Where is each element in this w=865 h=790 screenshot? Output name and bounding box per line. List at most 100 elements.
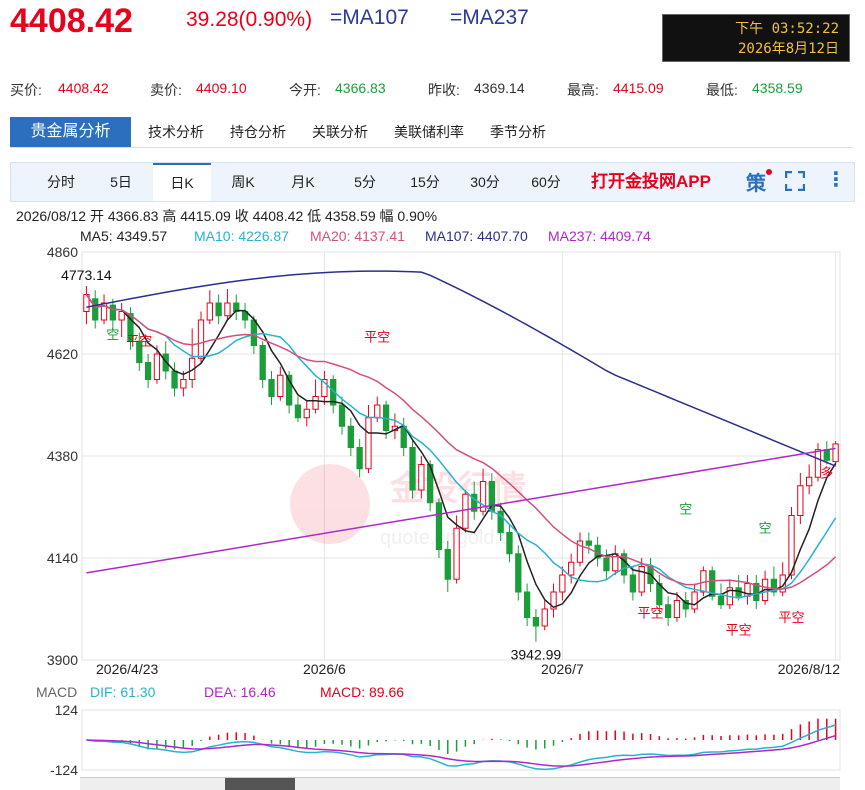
candle-body bbox=[338, 404, 346, 427]
y-tick-label: 4380 bbox=[47, 448, 78, 464]
candle-body bbox=[453, 527, 460, 580]
analysis-tabs: 贵金属分析 技术分析 持仓分析 关联分析 美联储利率 季节分析 bbox=[10, 117, 853, 148]
price-axis-labels: 4860 4620 4380 4140 3900 bbox=[47, 244, 78, 668]
candle-body bbox=[206, 302, 213, 321]
candle-body bbox=[585, 540, 592, 546]
date-axis-labels: 2026/4/23 2026/6 2026/7 2026/8/12 bbox=[96, 661, 840, 677]
candle-body bbox=[277, 374, 284, 397]
candle-body bbox=[197, 319, 205, 359]
strategy-icon[interactable]: 策 bbox=[746, 167, 772, 196]
high-value: 4415.09 bbox=[613, 80, 664, 96]
candle-body bbox=[92, 298, 99, 321]
macd-chart[interactable]: 124 -124 bbox=[0, 702, 865, 778]
dif-value: DIF: 61.30 bbox=[90, 684, 156, 700]
candle-body bbox=[224, 302, 231, 317]
x-tick-label: 2026/8/12 bbox=[778, 661, 840, 677]
macd-value: MACD: 89.66 bbox=[320, 684, 405, 700]
tab-fed-rate[interactable]: 美联储利率 bbox=[394, 117, 464, 147]
ma237-legend: MA237: 4409.74 bbox=[548, 228, 651, 244]
period-tabs: 分时 5日 日K 周K 月K 5分 15分 30分 60分 打开金投网APP 策… bbox=[10, 162, 855, 202]
clock-panel: 下午 03:52:22 2026年8月12日 bbox=[662, 14, 850, 62]
candles bbox=[83, 286, 839, 642]
candle-body bbox=[832, 443, 839, 463]
ma5-legend: MA5: 4349.57 bbox=[80, 228, 168, 244]
bid-label: 买价: bbox=[10, 82, 42, 98]
candle-body bbox=[629, 574, 637, 593]
macd-title: MACD bbox=[36, 684, 78, 700]
signal-label: 平空 bbox=[637, 606, 663, 621]
ask-label: 卖价: bbox=[150, 82, 182, 98]
macd-tick-label: -124 bbox=[50, 762, 78, 778]
candle-body bbox=[250, 319, 258, 346]
ma107-label: =MA107 bbox=[330, 6, 409, 29]
tab-5min[interactable]: 5分 bbox=[337, 163, 393, 201]
macd-axis-labels: 124 -124 bbox=[50, 702, 78, 778]
candle-body bbox=[664, 604, 672, 618]
signal-label: 平空 bbox=[779, 610, 805, 625]
signal-label: 平空 bbox=[364, 329, 390, 344]
high-annotation: 4773.14 bbox=[61, 267, 112, 283]
signal-label: 空 bbox=[759, 521, 772, 536]
prev-close-value: 4369.14 bbox=[474, 80, 525, 96]
y-tick-label: 4140 bbox=[47, 550, 78, 566]
macd-lines bbox=[86, 724, 836, 771]
price-change: 39.28(0.90%) bbox=[186, 8, 313, 31]
candle-body bbox=[541, 608, 548, 627]
open-value: 4366.83 bbox=[335, 80, 386, 96]
tab-monthly-k[interactable]: 月K bbox=[275, 163, 331, 201]
ma20-legend: MA20: 4137.41 bbox=[310, 228, 405, 244]
candle-body bbox=[559, 574, 566, 593]
x-tick-label: 2026/4/23 bbox=[96, 661, 158, 677]
y-tick-label: 3900 bbox=[47, 652, 78, 668]
candle-body bbox=[294, 404, 302, 419]
fullscreen-icon[interactable] bbox=[785, 171, 805, 191]
signal-label: 空 bbox=[679, 501, 692, 516]
ask-value: 4409.10 bbox=[196, 80, 247, 96]
tab-60min[interactable]: 60分 bbox=[517, 163, 575, 201]
more-icon[interactable]: ⋮ bbox=[826, 167, 846, 192]
tab-5day[interactable]: 5日 bbox=[93, 163, 149, 201]
candle-body bbox=[268, 379, 275, 397]
candle-body bbox=[717, 595, 725, 606]
y-tick-label: 4620 bbox=[47, 346, 78, 362]
ma10-legend: MA10: 4226.87 bbox=[194, 228, 289, 244]
tab-intraday[interactable]: 分时 bbox=[31, 163, 91, 201]
x-tick-label: 2026/7 bbox=[541, 661, 584, 677]
dea-value: DEA: 16.46 bbox=[204, 684, 276, 700]
tab-correlation[interactable]: 关联分析 bbox=[312, 117, 368, 147]
candle-body bbox=[673, 600, 681, 618]
tab-seasonal[interactable]: 季节分析 bbox=[490, 117, 546, 147]
ma237-line bbox=[86, 447, 836, 574]
kline-chart[interactable]: 金投行情 quote.cngold.org 486046204380414039… bbox=[0, 244, 865, 704]
tab-daily-k[interactable]: 日K bbox=[153, 163, 211, 201]
open-label: 今开: bbox=[289, 82, 321, 98]
candle-body bbox=[144, 362, 152, 380]
tab-position[interactable]: 持仓分析 bbox=[230, 117, 286, 147]
indicator-tab-bar[interactable] bbox=[80, 777, 840, 790]
candle-body bbox=[303, 408, 310, 419]
low-value: 4358.59 bbox=[752, 80, 803, 96]
high-label: 最高: bbox=[567, 82, 599, 98]
signal-label: 空 bbox=[106, 327, 119, 342]
ma107-line bbox=[86, 270, 836, 467]
candle-body bbox=[691, 591, 698, 610]
candle-body bbox=[806, 476, 813, 487]
low-label: 最低: bbox=[706, 82, 738, 98]
dif-line bbox=[86, 724, 836, 771]
candle-body bbox=[171, 370, 178, 389]
tab-precious-metals[interactable]: 贵金属分析 bbox=[10, 117, 131, 147]
candle-body bbox=[409, 447, 416, 491]
price-grid bbox=[81, 251, 841, 661]
tab-weekly-k[interactable]: 周K bbox=[215, 163, 271, 201]
candle-body bbox=[603, 557, 610, 572]
app-promo-link[interactable]: 打开金投网APP bbox=[591, 163, 711, 201]
tab-30min[interactable]: 30分 bbox=[457, 163, 513, 201]
candle-body bbox=[180, 379, 187, 389]
signal-label: 平空 bbox=[726, 623, 752, 638]
indicator-tab-macd[interactable] bbox=[225, 778, 295, 790]
tab-15min[interactable]: 15分 bbox=[397, 163, 453, 201]
candle-body bbox=[259, 345, 266, 380]
candle-body bbox=[532, 617, 540, 627]
candle-body bbox=[312, 396, 319, 410]
tab-technical[interactable]: 技术分析 bbox=[148, 117, 204, 147]
